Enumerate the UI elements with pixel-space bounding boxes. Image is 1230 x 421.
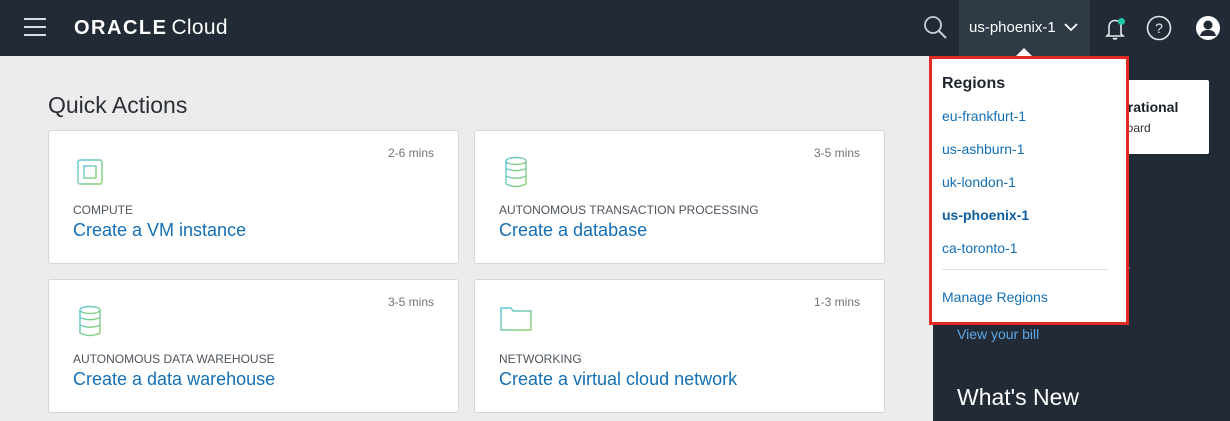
top-bar: ORACLE Cloud us-phoenix-1 ? [0, 0, 1230, 56]
create-vcn-link[interactable]: Create a virtual cloud network [499, 369, 737, 390]
card-time: 2-6 mins [387, 146, 434, 160]
manage-regions-link[interactable]: Manage Regions [942, 289, 1048, 305]
whats-new-heading: What's New [957, 384, 1079, 410]
network-folder-icon [499, 304, 533, 343]
card-category: COMPUTE [73, 203, 133, 217]
create-vm-instance-link[interactable]: Create a VM instance [73, 220, 246, 241]
create-data-warehouse-link[interactable]: Create a data warehouse [73, 369, 275, 390]
notification-dot [1118, 18, 1125, 25]
svg-text:?: ? [1155, 20, 1163, 36]
status-card[interactable]: erational board [1120, 80, 1209, 154]
chip-icon [73, 155, 107, 194]
card-time: 1-3 mins [813, 295, 860, 309]
database-icon [499, 155, 533, 194]
quick-actions-title: Quick Actions [48, 92, 188, 118]
region-item-uk-london-1[interactable]: uk-london-1 [942, 174, 1016, 190]
card-time: 3-5 mins [813, 146, 860, 160]
brand-cloud: Cloud [171, 16, 228, 39]
view-bill-link[interactable]: View your bill [957, 326, 1039, 342]
region-item-ca-toronto-1[interactable]: ca-toronto-1 [942, 240, 1017, 256]
card-category: NETWORKING [499, 352, 582, 366]
region-item-us-ashburn-1[interactable]: us-ashburn-1 [942, 141, 1025, 157]
menu-icon[interactable] [24, 18, 48, 38]
card-time: 3-5 mins [387, 295, 434, 309]
regions-title: Regions [942, 75, 1006, 92]
database-icon [73, 304, 107, 343]
create-database-link[interactable]: Create a database [499, 220, 647, 241]
region-dropdown: Regions eu-frankfurt-1 us-ashburn-1 uk-l… [929, 56, 1129, 325]
quick-action-card-adw[interactable]: 3-5 mins AUTONOMOUS DATA WAREHOUSE Creat… [48, 279, 459, 413]
search-icon[interactable] [922, 14, 950, 42]
help-icon[interactable]: ? [1146, 15, 1172, 41]
dropdown-caret [1016, 48, 1032, 56]
region-item-eu-frankfurt-1[interactable]: eu-frankfurt-1 [942, 108, 1026, 124]
region-item-us-phoenix-1[interactable]: us-phoenix-1 [942, 207, 1029, 223]
chevron-down-icon [1064, 23, 1078, 32]
quick-action-card-networking[interactable]: 1-3 mins NETWORKING Create a virtual clo… [474, 279, 885, 413]
region-selector-label: us-phoenix-1 [969, 19, 1056, 36]
oracle-cloud-logo[interactable]: ORACLE Cloud [74, 14, 228, 42]
bell-icon[interactable] [1101, 14, 1129, 42]
card-category: AUTONOMOUS TRANSACTION PROCESSING [499, 203, 759, 217]
brand-oracle: ORACLE [74, 17, 168, 39]
card-category: AUTONOMOUS DATA WAREHOUSE [73, 352, 275, 366]
user-icon[interactable] [1195, 15, 1221, 41]
quick-action-card-atp[interactable]: 3-5 mins AUTONOMOUS TRANSACTION PROCESSI… [474, 130, 885, 264]
quick-action-card-compute[interactable]: 2-6 mins COMPUTE Create a VM instance [48, 130, 459, 264]
divider [942, 269, 1108, 270]
